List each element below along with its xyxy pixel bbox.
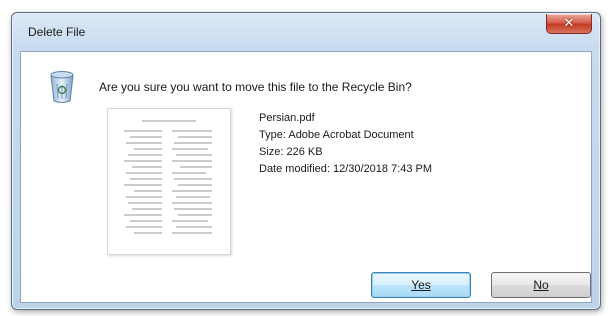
file-details: Persian.pdf Type: Adobe Acrobat Document… (259, 110, 432, 178)
file-size: Size: 226 KB (259, 146, 323, 158)
recycle-bin-icon (50, 71, 74, 103)
close-button[interactable]: ✕ (546, 14, 592, 34)
yes-button-label: Yes (411, 278, 431, 292)
dialog-body: Are you sure you want to move this file … (20, 51, 592, 303)
close-icon: ✕ (563, 16, 575, 31)
dialog-title: Delete File (28, 25, 86, 39)
confirm-question: Are you sure you want to move this file … (99, 80, 412, 94)
no-button[interactable]: No (491, 272, 591, 298)
yes-button[interactable]: Yes (371, 272, 471, 298)
file-name: Persian.pdf (259, 112, 315, 124)
file-date-modified: Date modified: 12/30/2018 7:43 PM (259, 163, 433, 175)
no-button-label: No (533, 278, 549, 292)
title-bar[interactable]: Delete File ✕ (12, 13, 600, 53)
delete-file-dialog: Delete File ✕ Are you sure you want to m… (11, 12, 601, 310)
document-preview-icon (124, 120, 212, 234)
file-thumbnail (107, 108, 231, 255)
file-type: Type: Adobe Acrobat Document (259, 129, 414, 141)
